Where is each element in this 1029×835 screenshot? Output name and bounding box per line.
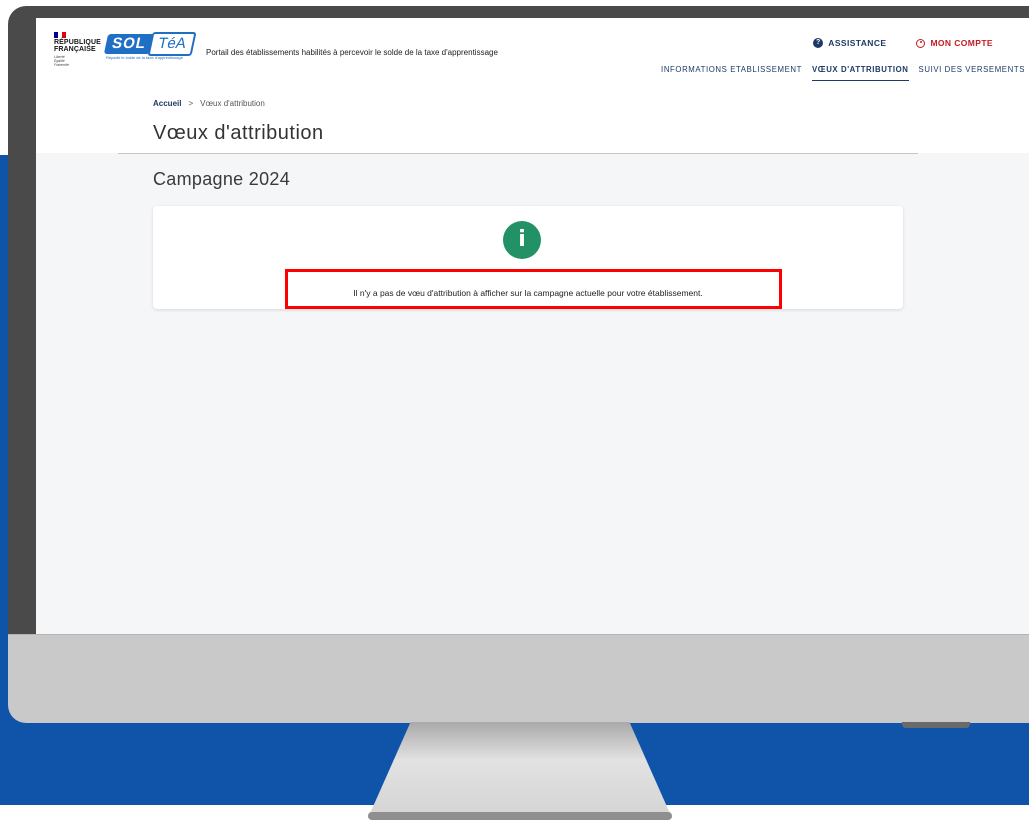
monitor-stand	[368, 722, 672, 818]
nav-item-versements[interactable]: SUIVI DES VERSEMENTS	[919, 65, 1025, 81]
monitor-stand-base	[368, 812, 672, 820]
page-title: Vœux d'attribution	[153, 122, 324, 144]
breadcrumb: Accueil > Vœux d'attribution	[153, 99, 265, 108]
user-circle-icon	[916, 38, 926, 48]
nav-item-voeux[interactable]: VŒUX D'ATTRIBUTION	[812, 65, 909, 81]
site-header: RÉPUBLIQUE FRANÇAISE Liberté Égalité Fra…	[36, 18, 1029, 87]
sol-logo[interactable]: SOL	[103, 34, 155, 54]
main-nav: INFORMATIONS ETABLISSEMENT VŒUX D'ATTRIB…	[661, 65, 1025, 81]
rf-line2: FRANÇAISE	[54, 46, 96, 53]
rf-line1: RÉPUBLIQUE	[54, 39, 101, 46]
assistance-link[interactable]: ? ASSISTANCE	[813, 38, 886, 48]
tea-logo[interactable]: TéA	[147, 32, 197, 56]
question-circle-icon: ?	[813, 38, 824, 48]
flag-icon	[54, 32, 66, 38]
portal-description: Portail des établissements habilités à p…	[206, 48, 498, 57]
header-links: ? ASSISTANCE MON COMPTE	[813, 38, 993, 48]
breadcrumb-home-link[interactable]: Accueil	[153, 99, 181, 108]
assistance-label: ASSISTANCE	[828, 38, 887, 48]
chevron-right-icon: >	[188, 99, 194, 108]
account-link[interactable]: MON COMPTE	[916, 38, 993, 48]
title-divider	[118, 153, 918, 154]
account-label: MON COMPTE	[930, 38, 993, 48]
monitor-bracket	[902, 722, 970, 728]
rf-motto: Liberté Égalité Fraternité	[54, 55, 69, 67]
browser-screen: RÉPUBLIQUE FRANÇAISE Liberté Égalité Fra…	[36, 18, 1029, 634]
breadcrumb-current: Vœux d'attribution	[200, 99, 265, 108]
logo-tagline: Répartir le solde de la taxe d'apprentis…	[106, 55, 183, 60]
highlight-box	[285, 269, 782, 309]
republique-francaise-logo: RÉPUBLIQUE FRANÇAISE	[54, 39, 101, 53]
monitor-chin	[8, 634, 1029, 723]
campaign-title: Campagne 2024	[153, 169, 291, 189]
info-icon: i	[503, 221, 541, 259]
nav-item-informations[interactable]: INFORMATIONS ETABLISSEMENT	[661, 65, 802, 81]
